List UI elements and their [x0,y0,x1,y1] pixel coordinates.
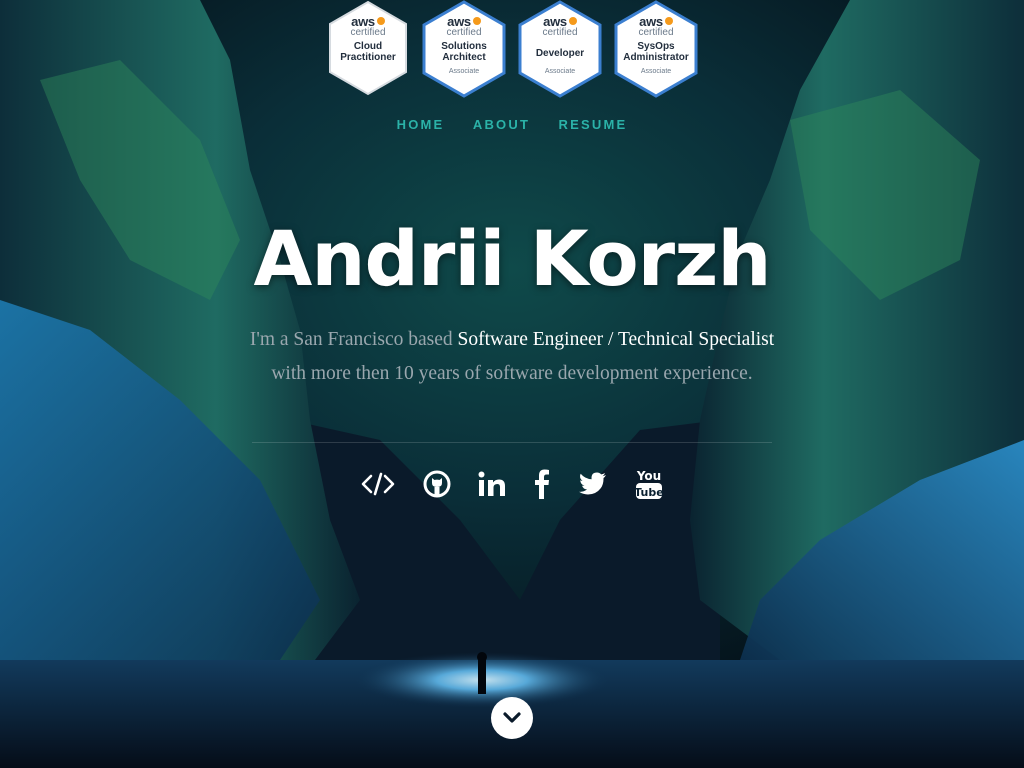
aws-badge-solutions-architect: aws certified Solutions Architect Associ… [421,0,507,98]
nav-about-link[interactable]: ABOUT [473,117,530,132]
badge-certified-text: certified [446,27,482,38]
hero-intro: I'm a San Francisco based Software Engin… [232,323,792,391]
intro-suffix: with more then 10 years of software deve… [271,363,753,384]
github-icon[interactable] [422,464,452,504]
divider [252,442,772,443]
twitter-icon[interactable] [578,464,608,504]
code-icon[interactable] [360,464,396,504]
main-nav: HOME ABOUT RESUME [0,116,1024,134]
badge-certified-text: certified [350,27,386,38]
aws-badge-sysops-administrator: aws certified SysOps Administrator Assoc… [613,0,699,98]
social-links: You Tube [0,464,1024,504]
nav-resume-link[interactable]: RESUME [559,117,628,132]
badge-certified-text: certified [542,27,578,38]
badge-level: Associate [448,68,480,75]
badge-name: Cloud Practitioner [340,41,396,63]
badge-level: Associate [544,68,576,75]
aws-badge-developer: aws certified Developer Associate [517,0,603,98]
facebook-icon[interactable] [530,464,554,504]
intro-role: Software Engineer / Technical Specialist [457,329,775,350]
scroll-down-button[interactable] [491,697,533,739]
aws-badge-cloud-practitioner: aws certified Cloud Practitioner [327,0,409,98]
aws-badges: aws certified Cloud Practitioner aws cer… [0,0,1024,100]
intro-prefix: I'm a San Francisco based [249,329,458,350]
youtube-glyph-bottom: Tube [635,486,663,499]
badge-certified-text: certified [638,27,674,38]
nav-home-link[interactable]: HOME [397,117,445,132]
badge-name: SysOps Administrator [623,41,689,63]
chevron-down-icon [503,712,521,723]
badge-name: Developer [535,48,585,59]
linkedin-icon[interactable] [477,464,507,504]
badge-name: Solutions Architect [441,41,487,63]
badge-level: Associate [640,68,672,75]
youtube-glyph-top: You [636,469,661,483]
youtube-icon[interactable]: You Tube [634,464,664,504]
hero-name: Andrii Korzh [253,214,772,303]
